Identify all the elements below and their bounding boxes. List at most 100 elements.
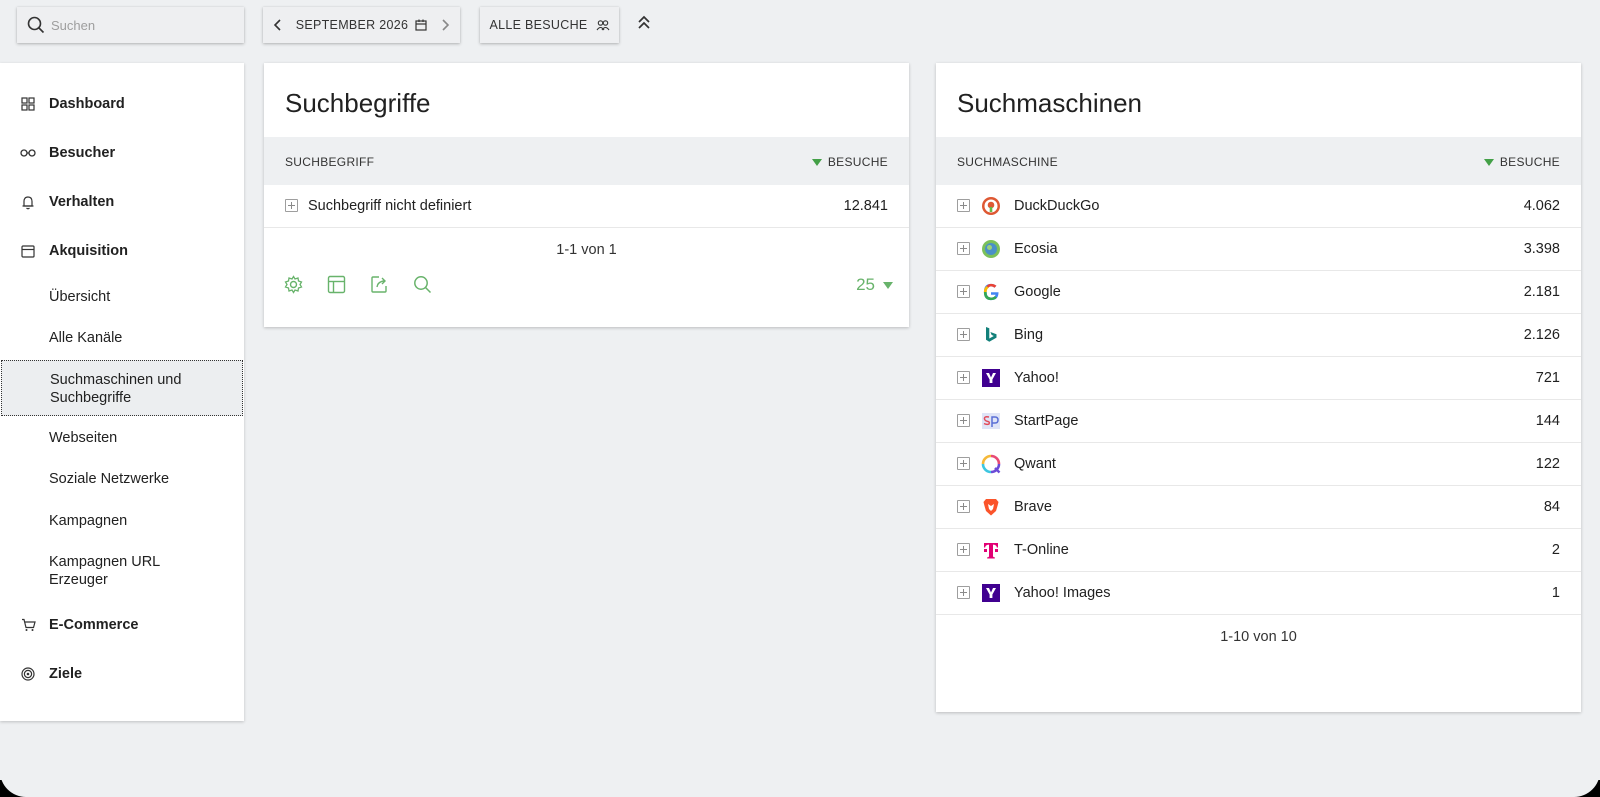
sidebar-subitem-websites[interactable]: Webseiten	[0, 430, 244, 448]
expand-row-icon[interactable]	[957, 457, 970, 470]
expand-row-icon[interactable]	[957, 199, 970, 212]
sidebar-menu: Dashboard Besucher Verhalten Akquisition…	[0, 63, 244, 721]
row-label: StartPage	[1014, 413, 1079, 429]
row-label: T-Online	[1014, 542, 1069, 558]
search-box[interactable]	[17, 7, 244, 43]
sidebar-subitem-overview[interactable]: Übersicht	[0, 289, 244, 307]
sort-desc-icon	[1483, 158, 1494, 166]
segment-label[interactable]: ALLE BESUCHE	[489, 18, 587, 32]
table-row[interactable]: Yahoo! Images 1	[936, 572, 1581, 615]
sort-desc-icon	[811, 158, 822, 166]
row-label: Ecosia	[1014, 241, 1058, 257]
period-label[interactable]: SEPTEMBER 2026	[296, 18, 409, 32]
sidebar-item-ecommerce[interactable]: E-Commerce	[0, 605, 244, 645]
row-label: Suchbegriff nicht definiert	[308, 198, 472, 214]
search-engines-card: Suchmaschinen SUCHMASCHINE BESUCHE DuckD…	[936, 63, 1581, 712]
pagination-info: 1-10 von 10	[1220, 629, 1297, 645]
search-table-icon[interactable]	[413, 275, 432, 294]
limit-value: 25	[856, 275, 875, 294]
table-row[interactable]: DuckDuckGo 4.062	[936, 185, 1581, 228]
table-header: SUCHBEGRIFF BESUCHE	[264, 137, 909, 185]
keywords-card: Suchbegriffe SUCHBEGRIFF BESUCHE Suchbeg…	[264, 63, 909, 327]
row-value: 721	[1535, 370, 1560, 386]
table-row[interactable]: Google 2.181	[936, 271, 1581, 314]
sidebar-item-label: Ziele	[49, 666, 83, 682]
row-label: Brave	[1014, 499, 1052, 515]
collapse-icon[interactable]	[636, 14, 652, 32]
column-header-visits-label: BESUCHE	[827, 155, 888, 169]
calendar-icon[interactable]	[415, 19, 427, 31]
export-icon[interactable]	[370, 275, 389, 294]
expand-row-icon[interactable]	[957, 543, 970, 556]
row-value: 2	[1551, 542, 1560, 558]
table-row[interactable]: Ecosia 3.398	[936, 228, 1581, 271]
sidebar-subitem-all-channels[interactable]: Alle Kanäle	[0, 330, 244, 348]
target-icon	[20, 666, 36, 682]
table-row[interactable]: Brave 84	[936, 486, 1581, 529]
sidebar-item-label: Akquisition	[49, 243, 128, 259]
caret-down-icon	[883, 281, 893, 289]
search-input[interactable]	[51, 17, 231, 33]
column-header-keyword[interactable]: SUCHBEGRIFF	[285, 155, 374, 169]
card-title: Suchbegriffe	[285, 88, 431, 118]
segment-selector[interactable]: ALLE BESUCHE	[480, 7, 619, 43]
table-row[interactable]: Bing 2.126	[936, 314, 1581, 357]
table-row[interactable]: StartPage 144	[936, 400, 1581, 443]
chevron-right-icon[interactable]	[440, 18, 450, 32]
row-value: 122	[1535, 456, 1560, 472]
row-label: Qwant	[1014, 456, 1056, 472]
period-selector[interactable]: SEPTEMBER 2026	[263, 7, 460, 43]
table-row[interactable]: T-Online 2	[936, 529, 1581, 572]
chevron-left-icon[interactable]	[273, 18, 283, 32]
expand-row-icon[interactable]	[285, 199, 298, 212]
expand-row-icon[interactable]	[957, 500, 970, 513]
row-value: 3.398	[1523, 241, 1560, 257]
brave-icon	[983, 499, 999, 516]
sidebar-subitem-campaign-url-builder[interactable]: Kampagnen URL Erzeuger	[0, 554, 244, 589]
bell-icon	[20, 194, 36, 210]
limit-selector[interactable]: 25	[856, 275, 893, 295]
search-icon	[27, 16, 45, 34]
sidebar-subitem-social-networks[interactable]: Soziale Netzwerke	[0, 471, 244, 489]
sidebar-item-label: Verhalten	[49, 194, 115, 210]
sidebar-item-behaviour[interactable]: Verhalten	[0, 182, 244, 222]
column-header-visits[interactable]: BESUCHE	[811, 155, 888, 169]
table-row[interactable]: Yahoo! 721	[936, 357, 1581, 400]
expand-row-icon[interactable]	[957, 242, 970, 255]
table-visualization-icon[interactable]	[327, 275, 346, 294]
browser-window-icon	[20, 243, 36, 259]
column-header-visits[interactable]: BESUCHE	[1483, 155, 1560, 169]
glasses-icon	[20, 145, 36, 161]
expand-row-icon[interactable]	[957, 414, 970, 427]
expand-row-icon[interactable]	[957, 371, 970, 384]
sidebar-item-label: E-Commerce	[49, 617, 139, 633]
qwant-icon	[981, 454, 1001, 474]
yahoo-icon	[982, 584, 1000, 602]
table-header: SUCHMASCHINE BESUCHE	[936, 137, 1581, 185]
row-label: Google	[1014, 284, 1061, 300]
sidebar-item-dashboard[interactable]: Dashboard	[0, 84, 244, 124]
column-header-visits-label: BESUCHE	[1499, 155, 1560, 169]
duckduckgo-icon	[982, 197, 1000, 215]
expand-row-icon[interactable]	[957, 586, 970, 599]
table-footer-actions	[284, 275, 432, 294]
settings-gear-icon[interactable]	[284, 275, 303, 294]
row-value: 4.062	[1523, 198, 1560, 214]
sidebar-item-visitors[interactable]: Besucher	[0, 133, 244, 173]
sidebar-subitem-campaigns[interactable]: Kampagnen	[0, 513, 244, 531]
sidebar-item-goals[interactable]: Ziele	[0, 654, 244, 694]
row-value: 1	[1551, 585, 1560, 601]
table-row[interactable]: Suchbegriff nicht definiert 12.841	[264, 185, 909, 228]
sidebar-subitem-search-engines-keywords[interactable]: Suchmaschinen und Suchbegriffe	[1, 360, 243, 416]
table-row[interactable]: Qwant 122	[936, 443, 1581, 486]
startpage-icon	[982, 413, 1000, 429]
row-value: 2.126	[1523, 327, 1560, 343]
expand-row-icon[interactable]	[957, 328, 970, 341]
expand-row-icon[interactable]	[957, 285, 970, 298]
yahoo-icon	[982, 369, 1000, 387]
row-label: Yahoo!	[1014, 370, 1059, 386]
bing-icon	[986, 327, 997, 342]
sidebar-item-acquisition[interactable]: Akquisition	[0, 231, 244, 271]
pagination-info: 1-1 von 1	[556, 242, 617, 258]
column-header-search-engine[interactable]: SUCHMASCHINE	[957, 155, 1058, 169]
